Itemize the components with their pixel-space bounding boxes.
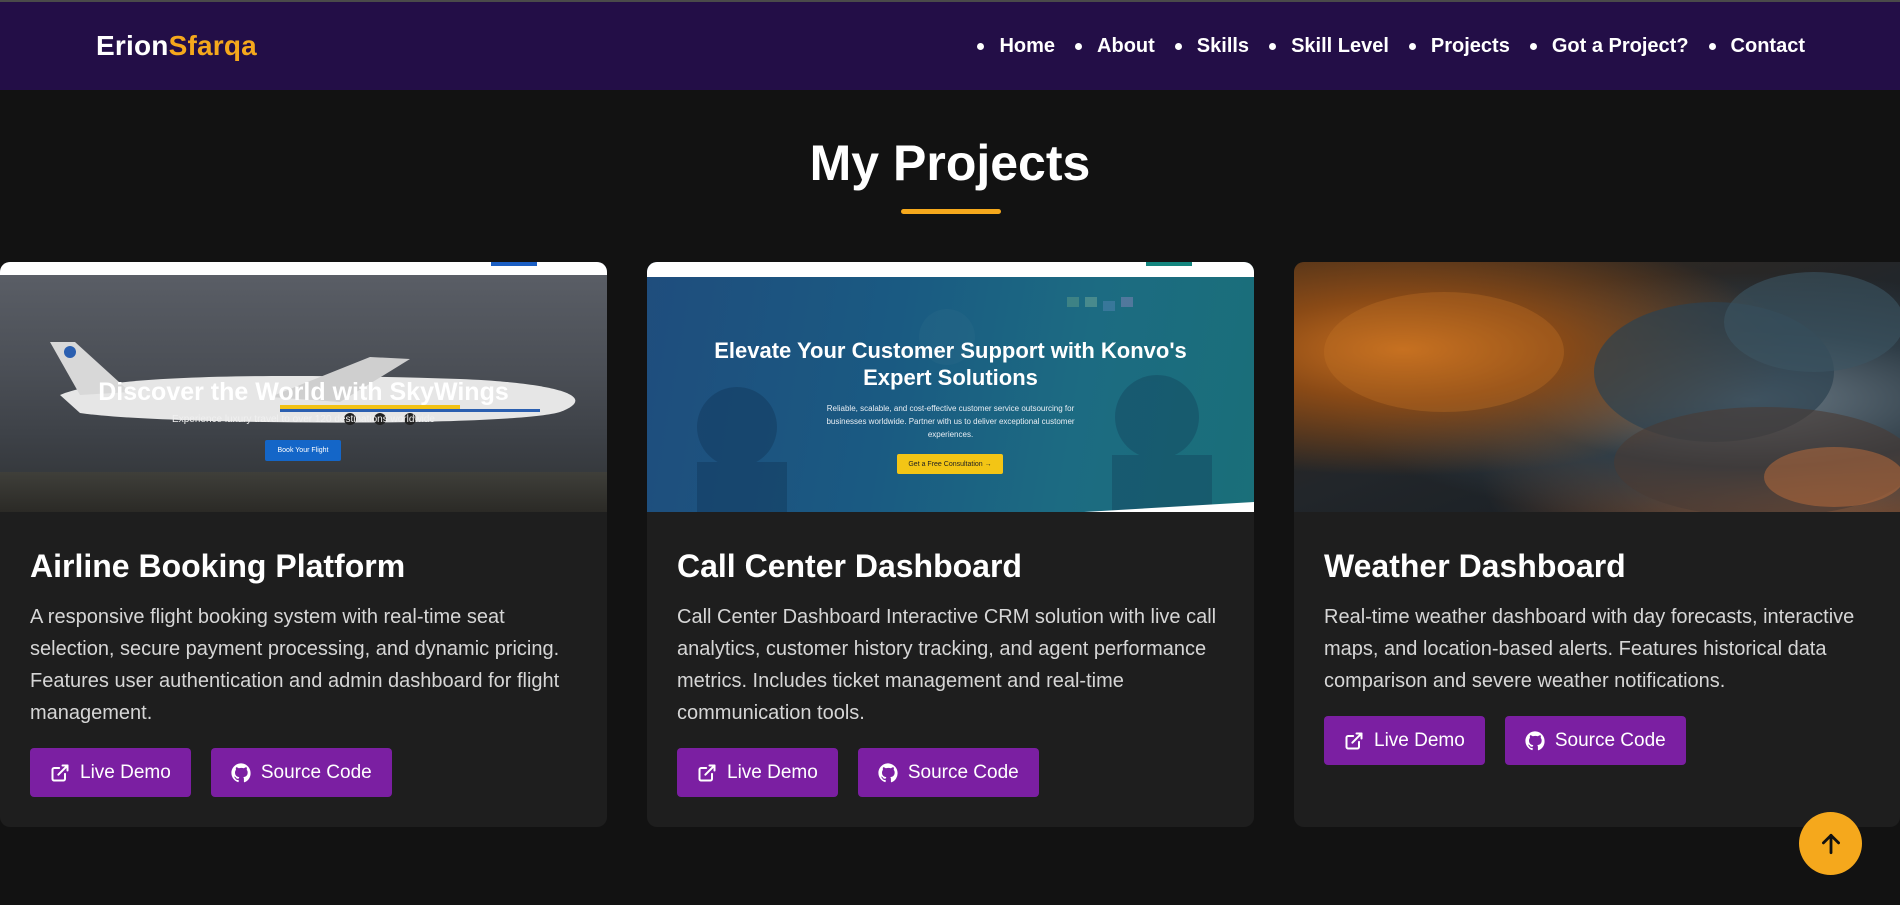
section-title: My Projects — [809, 135, 1091, 191]
project-description: Call Center Dashboard Interactive CRM so… — [677, 606, 1217, 724]
thumbnail-hero-title: Discover the World with SkyWings — [98, 378, 509, 406]
nav-item-projects[interactable]: Projects — [1409, 35, 1510, 58]
project-thumbnail-airline[interactable]: Discover the World with SkyWings Experie… — [0, 262, 607, 512]
project-thumbnail-call-center[interactable]: Elevate Your Customer Support with Konvo… — [647, 262, 1254, 512]
project-card-weather: Weather Dashboard Real-time weather dash… — [1294, 262, 1900, 827]
thumbnail-header-strip — [0, 262, 607, 275]
project-thumbnail-weather[interactable] — [1294, 262, 1900, 512]
runway-ground — [0, 472, 607, 512]
title-underline — [901, 209, 1001, 214]
source-code-label: Source Code — [907, 761, 1019, 783]
project-description: A responsive flight booking system with … — [30, 606, 560, 724]
thumbnail-header-strip — [647, 262, 1254, 277]
brand-first-name: Erion — [96, 30, 169, 61]
github-icon — [878, 762, 898, 782]
project-card-call-center: Elevate Your Customer Support with Konvo… — [647, 262, 1254, 827]
card-body: Call Center Dashboard Call Center Dashbo… — [647, 512, 1254, 797]
live-demo-button[interactable]: Live Demo — [30, 748, 191, 797]
card-body: Weather Dashboard Real-time weather dash… — [1294, 512, 1900, 765]
project-card-airline: Discover the World with SkyWings Experie… — [0, 262, 607, 827]
thumbnail-header-chip — [1146, 262, 1192, 266]
external-link-icon — [1345, 732, 1363, 749]
project-title: Airline Booking Platform — [30, 548, 406, 584]
source-code-button[interactable]: Source Code — [1504, 716, 1686, 765]
thumbnail-header-chip — [491, 262, 537, 266]
live-demo-label: Live Demo — [1374, 729, 1465, 751]
project-actions: Live Demo Source Code — [677, 748, 1224, 797]
thumbnail-hero-subtitle: Experience luxury travel to over 120 des… — [172, 414, 435, 425]
card-body: Airline Booking Platform A responsive fl… — [0, 512, 607, 797]
nav-item-contact[interactable]: Contact — [1709, 35, 1805, 58]
github-icon — [1525, 730, 1545, 750]
live-demo-label: Live Demo — [727, 761, 818, 783]
arrow-up-icon — [1821, 833, 1840, 854]
source-code-label: Source Code — [1554, 729, 1666, 751]
nav-item-skills[interactable]: Skills — [1175, 35, 1249, 58]
live-demo-label: Live Demo — [80, 761, 171, 783]
storm-clouds-image — [1324, 272, 1900, 512]
office-people-image — [697, 297, 1212, 512]
source-code-label: Source Code — [260, 761, 372, 783]
nav-item-about[interactable]: About — [1075, 35, 1155, 58]
thumbnail-hero-button: Get a Free Consultation → — [897, 454, 1003, 474]
external-link-icon — [51, 764, 69, 781]
navbar: ErionSfarqa Home About Skills Skill Leve… — [0, 0, 1900, 90]
project-title: Weather Dashboard — [1324, 548, 1626, 584]
thumbnail-hero-title: Elevate Your Customer Support with Konvo… — [714, 338, 1187, 390]
github-icon — [231, 762, 251, 782]
thumbnail-hero-subtitle: Reliable, scalable, and cost-effective c… — [826, 404, 1075, 439]
project-description: Real-time weather dashboard with day for… — [1324, 606, 1855, 692]
nav-menu: Home About Skills Skill Level Projects G… — [977, 35, 1805, 58]
brand-last-name: Sfarqa — [168, 30, 257, 61]
live-demo-button[interactable]: Live Demo — [677, 748, 838, 797]
source-code-button[interactable]: Source Code — [210, 748, 392, 797]
scroll-to-top-button[interactable] — [1799, 812, 1862, 875]
source-code-button[interactable]: Source Code — [857, 748, 1039, 797]
nav-item-got-a-project[interactable]: Got a Project? — [1530, 35, 1689, 58]
nav-item-home[interactable]: Home — [977, 35, 1055, 58]
brand-logo[interactable]: ErionSfarqa — [96, 30, 257, 62]
nav-item-skill-level[interactable]: Skill Level — [1269, 35, 1389, 58]
live-demo-button[interactable]: Live Demo — [1324, 716, 1485, 765]
thumbnail-hero-button: Book Your Flight — [265, 440, 341, 461]
project-actions: Live Demo Source Code — [1324, 716, 1870, 765]
project-actions: Live Demo Source Code — [30, 748, 577, 797]
external-link-icon — [698, 764, 716, 781]
project-title: Call Center Dashboard — [677, 548, 1022, 584]
